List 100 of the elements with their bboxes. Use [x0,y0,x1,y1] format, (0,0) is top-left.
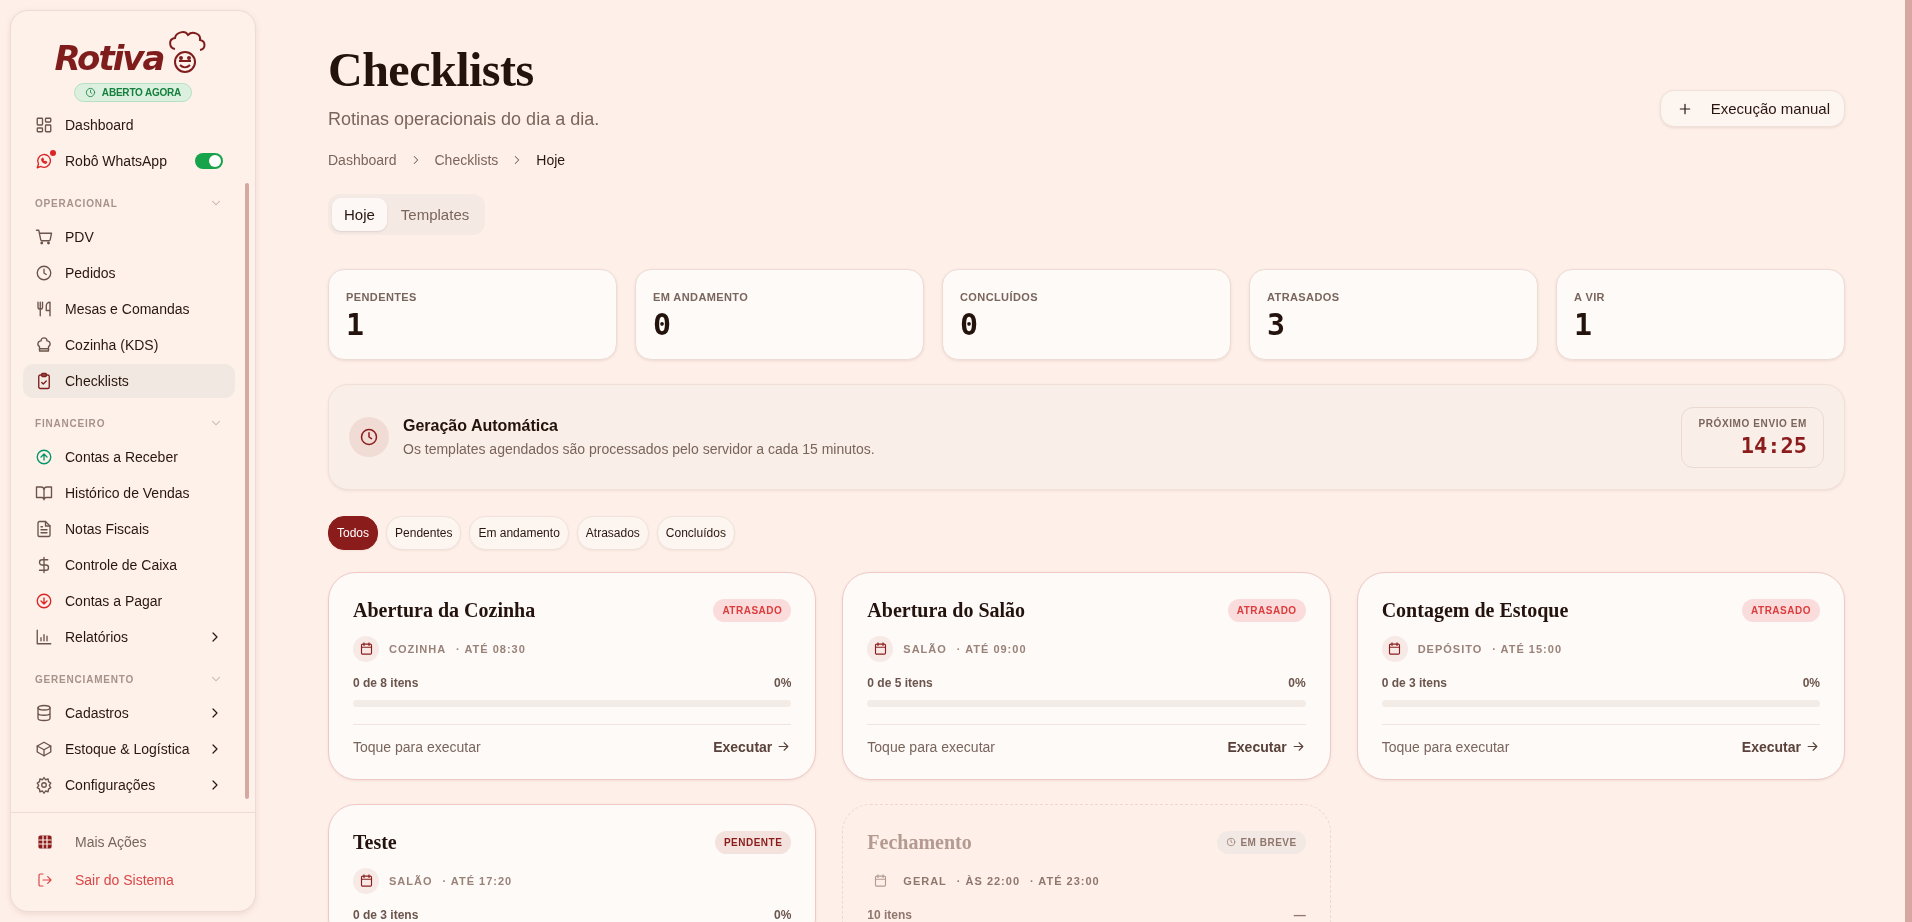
nav-item[interactable]: Checklists [23,364,235,398]
logout-icon [37,872,53,888]
meta-text: · ATÉ 23:00 [1030,874,1100,887]
panel-description: Os templates agendados são processados pelo servidor a cada 15 minutos. [403,441,876,458]
calendar-icon [353,635,379,662]
stat-label: CONCLUÍDOS [960,290,1039,303]
cart-icon [35,228,53,246]
status-badge: ATRASADO [1227,598,1306,622]
execute-button[interactable]: Executar [713,738,792,755]
filter-chip[interactable]: Em andamento [469,515,569,550]
arrow-down-circle-icon [35,592,53,610]
chat-icon [35,152,53,170]
hint-text: Toque para executar [353,738,481,755]
stat-value: 0 [653,306,673,342]
nav-item[interactable]: Robô WhatsApp [23,144,235,178]
nav-item[interactable]: Pedidos [23,256,235,290]
scrollbar-thumb[interactable] [1905,0,1912,922]
manual-run-button[interactable]: Execução manual [1659,90,1845,127]
page-title: Checklists [328,44,535,97]
nav-item[interactable]: PDV [23,220,235,254]
progress-percent: 0% [1288,675,1306,690]
meta-text: COZINHA [389,642,447,655]
nav-item[interactable]: Sair do Sistema [23,861,243,899]
nav-item[interactable]: Mais Ações [23,823,243,861]
view-tab[interactable]: Hoje [332,197,387,231]
database-icon [35,704,53,722]
checklist-card[interactable]: Contagem de Estoque ATRASADO DEPÓSITO · ATÉ 15:00 0 de 3 itens 0% Toque para executar Executar [1356,571,1845,780]
grid-icon [37,834,53,850]
nav-item[interactable]: Histórico de Vendas [23,476,235,510]
stat-value: 0 [960,306,980,342]
calendar-icon [353,867,379,894]
document-icon [35,520,53,538]
breadcrumb-link[interactable]: Dashboard [328,151,397,168]
stat-label: EM ANDAMENTO [653,290,750,303]
nav-item[interactable]: Notas Fiscais [23,512,235,546]
meta-text: · ATÉ 17:20 [442,874,513,887]
bar-chart-icon [35,628,53,646]
filter-chip[interactable]: Atrasados [576,515,649,550]
progress-percent: 0% [774,907,792,922]
logo-text: Rotiva [54,41,164,75]
execute-button[interactable]: Executar [1741,738,1820,755]
execute-button[interactable]: Executar [1227,738,1306,755]
nav-item[interactable]: Cadastros [23,696,235,730]
stat-label: PENDENTES [346,290,418,303]
stat-label: A VIR [1574,290,1606,303]
filter-chip[interactable]: Concluídos [656,515,735,550]
nav-item[interactable]: Dashboard [23,108,235,142]
arrow-up-circle-icon [35,448,53,466]
checklist-card[interactable]: Abertura da Cozinha ATRASADO COZINHA · ATÉ 08:30 0 de 8 itens 0% Toque para executar Executar [328,571,817,780]
meta-text: · ATÉ 15:00 [1492,642,1562,655]
clock-icon [349,417,389,458]
meta-text: DEPÓSITO [1417,642,1483,655]
filter-chip[interactable]: Todos [328,515,379,550]
card-title: Abertura do Salão [867,598,1026,622]
checklist-card[interactable]: Abertura do Salão ATRASADO SALÃO · ATÉ 09:00 0 de 5 itens 0% Toque para executar Executar [842,571,1331,780]
card-title: Teste [353,830,397,854]
status-badge: EM BREVE [1217,830,1306,854]
stat-value: 1 [346,306,366,342]
progress-text: 0 de 3 itens [1381,675,1448,690]
gear-icon [35,776,53,794]
progress-percent: 0% [774,675,792,690]
status-badge: ATRASADO [1742,598,1820,622]
stat-label: ATRASADOS [1267,290,1341,303]
checklist-card[interactable]: Teste PENDENTE SALÃO · ATÉ 17:20 0 de 3 itens 0% [328,803,817,922]
progress-text: 0 de 8 itens [353,675,419,690]
calendar-icon [1381,635,1408,662]
progress-text: 0 de 3 itens [353,907,419,922]
card-title: Abertura da Cozinha [353,598,536,622]
nav-item[interactable]: Contas a Receber [23,440,235,474]
nav-item[interactable]: Relatórios [23,620,235,654]
meta-text: · ATÉ 09:00 [956,642,1027,655]
meta-text: · ATÉ 08:30 [456,642,526,655]
breadcrumb-link[interactable]: Checklists [434,151,499,168]
stat-value: 3 [1267,306,1287,342]
next-send-label: PRÓXIMO ENVIO EM [1698,417,1807,429]
meta-text: SALÃO [903,642,947,655]
view-tab[interactable]: Templates [388,197,482,231]
nav-item[interactable]: Mesas e Comandas [23,292,235,326]
nav-item[interactable]: Estoque & Logística [23,732,235,766]
grid-icon [35,116,53,134]
toggle-switch[interactable] [195,153,223,169]
progress-text: 10 itens [867,907,913,922]
hint-text: Toque para executar [1381,738,1510,755]
nav-item[interactable]: Configurações [23,768,235,802]
nav-item[interactable]: Contas a Pagar [23,584,235,618]
nav-item[interactable]: Cozinha (KDS) [23,328,235,362]
calendar-icon [867,635,894,662]
status-badge: PENDENTE [714,830,792,854]
progress-percent: 0% [1802,675,1820,690]
meta-text: · ÀS 22:00 [956,874,1021,887]
scrollbar-thumb[interactable] [245,183,249,799]
box-icon [35,740,53,758]
hint-text: Toque para executar [867,738,995,755]
nav-item[interactable]: Controle de Caixa [23,548,235,582]
page-subtitle: Rotinas operacionais do dia a dia. [328,108,600,130]
filter-chip[interactable]: Pendentes [386,515,462,550]
status-badge: ATRASADO [713,598,792,622]
meta-text: GERAL [903,874,947,887]
progress-percent: — [1293,907,1306,922]
open-status-badge: ABERTO AGORA [73,83,193,102]
